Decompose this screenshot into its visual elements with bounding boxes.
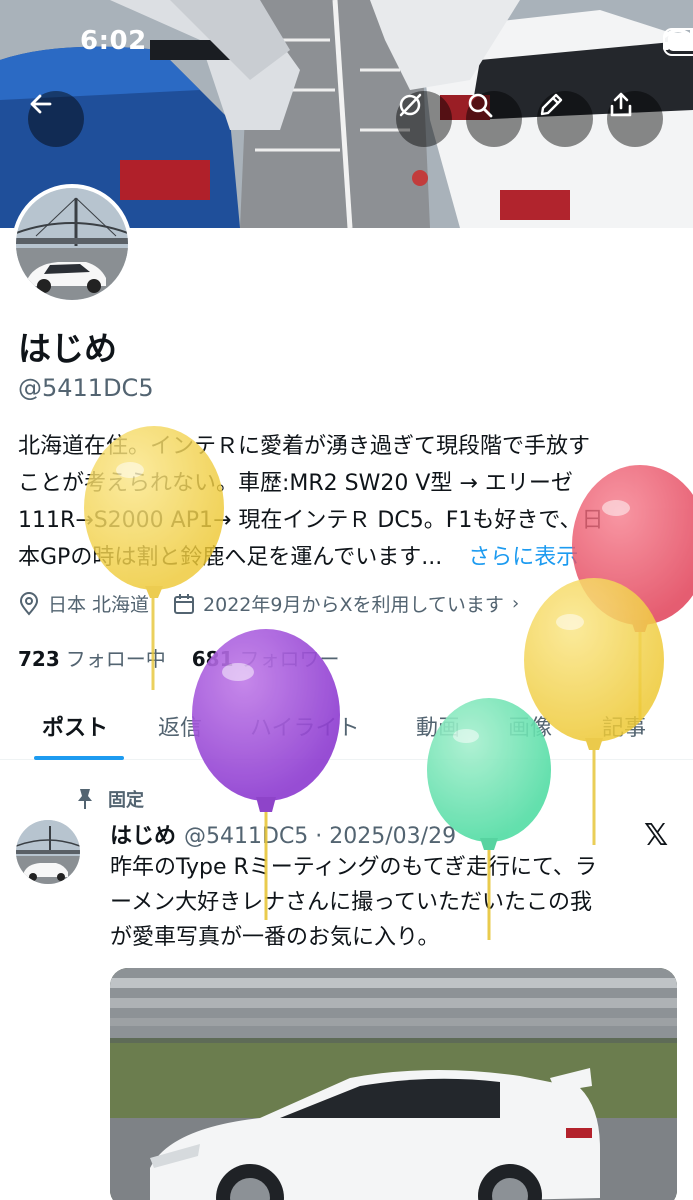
post-author-avatar[interactable]	[16, 820, 80, 884]
post-handle-date: @5411DC5 · 2025/03/29	[184, 824, 457, 849]
post-image[interactable]	[110, 968, 677, 1200]
post-text-line: 昨年のType Rミーティングのもてぎ走行にて、ラ	[110, 855, 597, 880]
bio-line: 北海道在住。インテＲに愛着が湧き過ぎて現段階で手放す	[18, 434, 591, 459]
post-photo	[110, 968, 677, 1200]
post-header: はじめ @5411DC5 · 2025/03/29	[110, 818, 456, 850]
show-more-link[interactable]: さらに表示	[468, 545, 578, 570]
back-button[interactable]	[28, 91, 84, 147]
share-button[interactable]	[607, 91, 663, 147]
tab-highlights[interactable]: ハイライト	[250, 710, 360, 742]
chevron-right-icon: ›	[511, 593, 520, 614]
follow-stats: 723 フォロー中 681 フォロワー	[18, 643, 340, 672]
search-button[interactable]	[466, 91, 522, 147]
avatar-photo	[16, 188, 128, 300]
grok-icon	[399, 93, 422, 117]
post-text-line: が愛車写真が一番のお気に入り。	[110, 925, 440, 950]
profile-bio: 北海道在住。インテＲに愛着が湧き過ぎて現段階で手放す ことが考えられない。車歴:…	[18, 428, 678, 576]
share-icon	[610, 92, 632, 117]
profile-name: はじめ	[18, 329, 117, 368]
tab-images[interactable]: 画像	[508, 710, 552, 742]
join-date: 2022年9月からXを利用しています ›	[173, 590, 519, 617]
post-author-name[interactable]: はじめ	[110, 824, 176, 849]
calendar-icon	[174, 593, 195, 614]
pinned-indicator: 固定	[76, 786, 144, 812]
profile-tabs: ポスト 返信 ハイライト 動画 画像 記事	[0, 690, 693, 760]
following-count: 723	[18, 647, 60, 671]
battery-icon	[663, 28, 693, 56]
tab-articles[interactable]: 記事	[602, 710, 646, 742]
location-text: 日本 北海道	[48, 594, 150, 616]
location-pin-icon	[19, 591, 39, 616]
active-tab-indicator	[34, 756, 124, 760]
grok-button[interactable]	[396, 91, 452, 147]
following-label: フォロー中	[65, 647, 166, 671]
bio-line: 本GPの時は割と鈴鹿へ足を運んでいます... さらに表示	[18, 539, 678, 576]
join-date-text: 2022年9月からXを利用しています	[203, 594, 504, 616]
followers-count: 681	[191, 647, 234, 671]
edit-button[interactable]	[537, 91, 593, 147]
bio-line-text: 本GPの時は割と鈴鹿へ足を運んでいます...	[18, 545, 443, 570]
followers-link[interactable]: 681 フォロワー	[192, 643, 340, 672]
following-link[interactable]: 723 フォロー中	[18, 643, 166, 672]
profile-handle: @5411DC5	[18, 374, 154, 402]
post-avatar-photo	[16, 820, 80, 884]
status-time: 6:02	[80, 26, 147, 56]
profile-avatar[interactable]	[12, 184, 132, 304]
tab-videos[interactable]: 動画	[416, 710, 460, 742]
pencil-icon	[540, 93, 563, 116]
pin-icon	[78, 789, 92, 809]
bio-line: ことが考えられない。車歴:MR2 SW20 V型 → エリーゼ	[18, 471, 573, 496]
bio-line: 111R→S2000 AP1→ 現在インテＲ DC5。F1も好きで、日	[18, 508, 604, 533]
post-text-line: ーメン大好きレナさんに撮っていただいたこの我	[110, 890, 593, 915]
followers-label: フォロワー	[239, 647, 340, 671]
tab-posts[interactable]: ポスト	[42, 710, 108, 742]
search-icon	[468, 93, 493, 118]
post-text: 昨年のType Rミーティングのもてぎ走行にて、ラ ーメン大好きレナさんに撮って…	[110, 850, 670, 955]
location: 日本 北海道	[18, 590, 149, 617]
tab-replies[interactable]: 返信	[158, 710, 202, 742]
x-logo-icon: 𝕏	[644, 818, 669, 853]
pinned-label: 固定	[108, 790, 144, 811]
back-arrow-icon	[30, 94, 52, 114]
profile-meta: 日本 北海道 2022年9月からXを利用しています ›	[18, 590, 543, 617]
